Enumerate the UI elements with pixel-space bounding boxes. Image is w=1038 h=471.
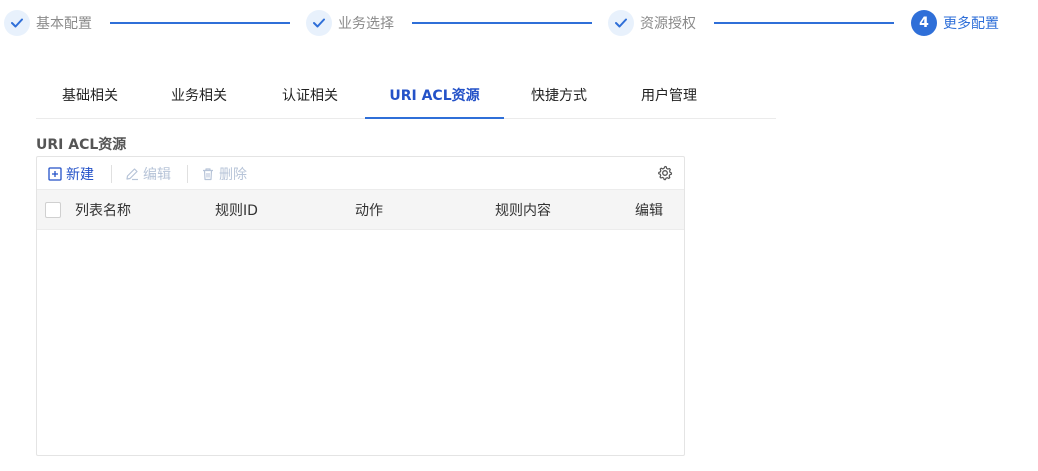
config-tabs: 基础相关 业务相关 认证相关 URI ACL资源 快捷方式 用户管理: [36, 71, 776, 119]
tab-uri-acl[interactable]: URI ACL资源: [365, 71, 504, 118]
uri-acl-panel: 新建 编辑 删除 列表名称 规则ID 动作 规则内容 编辑: [36, 156, 685, 456]
section-title: URI ACL资源: [36, 137, 127, 153]
column-header-rule-content[interactable]: 规则内容: [495, 190, 551, 230]
table-toolbar: 新建 编辑 删除: [37, 157, 684, 190]
step-label: 资源授权: [640, 16, 696, 32]
column-header-edit[interactable]: 编辑: [635, 190, 663, 230]
step-connector: [110, 22, 290, 24]
column-header-rule-id[interactable]: 规则ID: [215, 190, 258, 230]
step-label: 业务选择: [338, 16, 394, 32]
tab-shortcuts[interactable]: 快捷方式: [504, 71, 614, 118]
delete-button[interactable]: 删除: [201, 157, 247, 190]
column-header-action[interactable]: 动作: [355, 190, 383, 230]
check-icon: [608, 10, 634, 36]
edit-button-label: 编辑: [143, 166, 171, 183]
new-button-label: 新建: [66, 166, 94, 183]
delete-button-label: 删除: [219, 166, 247, 183]
tab-basic[interactable]: 基础相关: [36, 71, 144, 118]
pencil-icon: [126, 167, 138, 180]
step-basic-config[interactable]: 基本配置: [4, 10, 92, 36]
step-connector: [714, 22, 894, 24]
toolbar-divider: [111, 165, 112, 183]
select-all-checkbox[interactable]: [45, 202, 61, 218]
trash-icon: [203, 167, 213, 180]
step-label: 基本配置: [36, 16, 92, 32]
table-header: 列表名称 规则ID 动作 规则内容 编辑: [37, 190, 684, 230]
steps-bar: 基本配置 业务选择 资源授权 4 更多配置: [0, 0, 1038, 46]
step-connector: [412, 22, 592, 24]
column-header-list-name[interactable]: 列表名称: [75, 190, 131, 230]
step-number: 4: [911, 10, 937, 36]
table-body: [37, 230, 684, 455]
plus-square-icon: [48, 166, 62, 181]
edit-button[interactable]: 编辑: [125, 157, 171, 190]
step-business-select[interactable]: 业务选择: [306, 10, 394, 36]
step-label: 更多配置: [943, 16, 999, 32]
toolbar-divider: [187, 165, 188, 183]
tab-auth[interactable]: 认证相关: [254, 71, 366, 118]
tab-business[interactable]: 业务相关: [144, 71, 254, 118]
new-button[interactable]: 新建: [48, 157, 94, 190]
active-tab-indicator: [365, 117, 504, 119]
check-icon: [306, 10, 332, 36]
step-resource-auth[interactable]: 资源授权: [608, 10, 696, 36]
tab-user-management[interactable]: 用户管理: [614, 71, 724, 118]
check-icon: [4, 10, 30, 36]
step-more-config[interactable]: 4 更多配置: [911, 10, 999, 36]
gear-icon[interactable]: [657, 165, 673, 181]
